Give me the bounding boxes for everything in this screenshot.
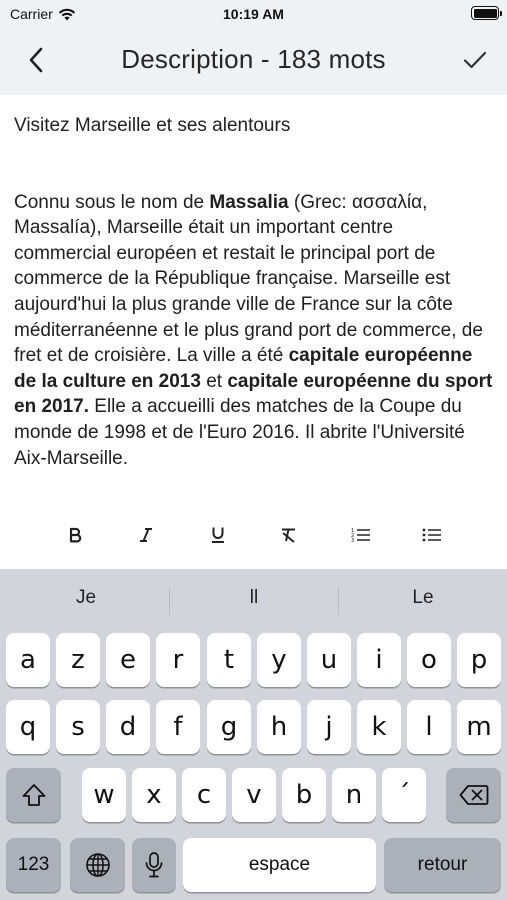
page-title: Description - 183 mots bbox=[121, 44, 386, 74]
bulleted-list-button[interactable] bbox=[417, 520, 447, 550]
globe-key[interactable] bbox=[70, 838, 125, 892]
suggestion-3[interactable]: Le bbox=[339, 587, 507, 609]
numbered-list-icon: 1 2 3 bbox=[351, 528, 370, 543]
numbers-key[interactable]: 123 bbox=[6, 838, 61, 892]
key-a[interactable]: a bbox=[6, 633, 50, 687]
key-r[interactable]: r bbox=[156, 633, 200, 687]
key-acute-accent[interactable]: ´ bbox=[382, 768, 426, 822]
key-q[interactable]: q bbox=[6, 700, 50, 754]
underline-button[interactable] bbox=[203, 520, 233, 550]
key-d[interactable]: d bbox=[106, 700, 150, 754]
suggestion-1[interactable]: Je bbox=[2, 587, 170, 609]
delete-key[interactable] bbox=[446, 768, 501, 822]
status-time: 10:19 AM bbox=[223, 6, 284, 22]
shift-key[interactable] bbox=[6, 768, 61, 822]
editor-first-line: Visitez Marseille et ses alentours bbox=[14, 115, 291, 136]
bulleted-list-icon bbox=[422, 528, 441, 542]
bold-icon bbox=[69, 527, 82, 543]
svg-text:3: 3 bbox=[351, 538, 354, 543]
battery-icon bbox=[471, 6, 502, 20]
key-j[interactable]: j bbox=[307, 700, 351, 754]
key-c[interactable]: c bbox=[182, 768, 226, 822]
bold-text: Massalia bbox=[209, 191, 289, 213]
suggestion-2[interactable]: ll bbox=[170, 587, 338, 609]
app-header: Carrier 10:19 AM Description - 183 mots bbox=[0, 0, 507, 95]
italic-button[interactable] bbox=[131, 520, 161, 550]
key-s[interactable]: s bbox=[56, 700, 100, 754]
bold-button[interactable] bbox=[60, 520, 90, 550]
key-m[interactable]: m bbox=[457, 700, 501, 754]
key-g[interactable]: g bbox=[207, 700, 251, 754]
key-u[interactable]: u bbox=[307, 633, 351, 687]
key-b[interactable]: b bbox=[282, 768, 326, 822]
shift-icon bbox=[22, 784, 45, 806]
format-toolbar: 1 2 3 bbox=[0, 512, 507, 556]
done-button[interactable] bbox=[457, 42, 493, 78]
chevron-left-icon bbox=[29, 47, 43, 73]
italic-icon bbox=[140, 528, 152, 542]
key-y[interactable]: y bbox=[257, 633, 301, 687]
key-f[interactable]: f bbox=[156, 700, 200, 754]
microphone-icon bbox=[145, 852, 163, 878]
key-n[interactable]: n bbox=[332, 768, 376, 822]
return-key[interactable]: retour bbox=[384, 838, 501, 892]
clear-format-button[interactable] bbox=[274, 520, 304, 550]
key-k[interactable]: k bbox=[357, 700, 401, 754]
back-button[interactable] bbox=[18, 42, 54, 78]
numbered-list-button[interactable]: 1 2 3 bbox=[346, 520, 376, 550]
predictive-bar: Je ll Le bbox=[0, 569, 507, 631]
status-bar: Carrier 10:19 AM bbox=[0, 0, 507, 28]
key-l[interactable]: l bbox=[407, 700, 451, 754]
editor-paragraph: Connu sous le nom de Massalia (Grec: ασσ… bbox=[14, 191, 493, 469]
key-v[interactable]: v bbox=[232, 768, 276, 822]
key-w[interactable]: w bbox=[82, 768, 126, 822]
rich-text-editor[interactable]: Visitez Marseille et ses alentours Connu… bbox=[0, 95, 507, 505]
key-o[interactable]: o bbox=[407, 633, 451, 687]
key-i[interactable]: i bbox=[357, 633, 401, 687]
space-key[interactable]: espace bbox=[183, 838, 376, 892]
key-z[interactable]: z bbox=[56, 633, 100, 687]
checkmark-icon bbox=[463, 51, 487, 69]
underline-icon bbox=[212, 527, 224, 543]
dictation-key[interactable] bbox=[132, 838, 176, 892]
backspace-icon bbox=[459, 785, 488, 805]
key-p[interactable]: p bbox=[457, 633, 501, 687]
globe-icon bbox=[85, 853, 110, 877]
key-e[interactable]: e bbox=[106, 633, 150, 687]
key-x[interactable]: x bbox=[132, 768, 176, 822]
clear-format-icon bbox=[282, 528, 295, 543]
navigation-bar: Description - 183 mots bbox=[0, 28, 507, 94]
key-t[interactable]: t bbox=[207, 633, 251, 687]
key-h[interactable]: h bbox=[257, 700, 301, 754]
software-keyboard: Je ll Le a z e r t y u i o p q s d f g h… bbox=[0, 569, 507, 900]
